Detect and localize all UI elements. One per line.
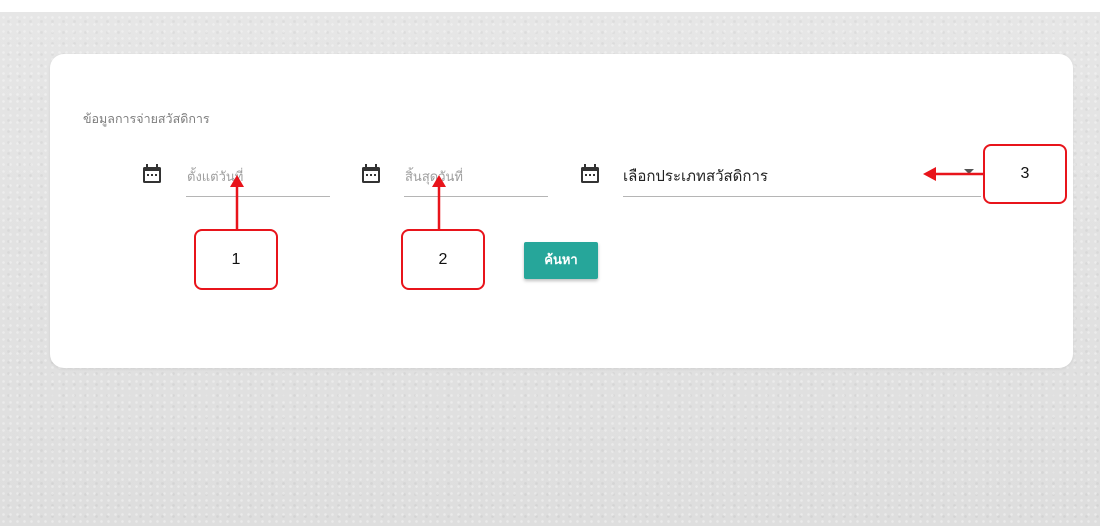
- end-date-placeholder: สิ้นสุดวันที่: [405, 170, 463, 185]
- start-date-placeholder: ตั้งแต่วันที่: [187, 170, 244, 185]
- search-button[interactable]: ค้นหา: [524, 242, 598, 279]
- annotation-callout-1: 1: [194, 229, 278, 290]
- calendar-icon[interactable]: [359, 162, 383, 186]
- top-white-strip: [0, 0, 1100, 12]
- welfare-type-value: เลือกประเภทสวัสดิการ: [623, 167, 768, 185]
- calendar-icon[interactable]: [140, 162, 164, 186]
- section-title: ข้อมูลการจ่ายสวัสดิการ: [83, 111, 210, 126]
- welfare-filter-card: [50, 54, 1073, 368]
- annotation-callout-2: 2: [401, 229, 485, 290]
- annotation-callout-3: 3: [983, 144, 1067, 204]
- caret-down-icon[interactable]: [964, 169, 974, 174]
- calendar-icon: [581, 164, 599, 183]
